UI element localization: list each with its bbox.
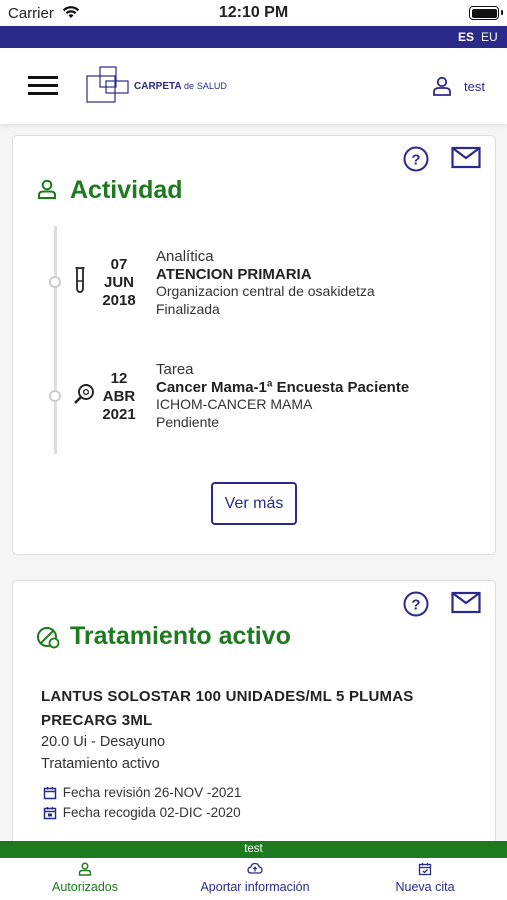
activity-date: 07 JUN 2018 <box>97 256 141 310</box>
clock: 12:10 PM <box>218 4 289 21</box>
language-es-link[interactable]: ES <box>458 30 474 44</box>
logo-text: CARPETA de SALUD <box>134 81 227 92</box>
activity-type: Tarea <box>156 361 194 378</box>
tab-nueva-cita-label: Nueva cita <box>395 880 455 894</box>
tratamiento-title: Tratamiento activo <box>70 622 291 650</box>
test-tube-icon <box>75 267 85 293</box>
logo-text-de: de <box>184 81 195 91</box>
medication-dose: 20.0 Ui - Desayuno <box>41 734 166 750</box>
tab-nueva-cita[interactable]: Nueva cita <box>340 862 507 894</box>
activity-status: Finalizada <box>156 300 220 317</box>
medication-state: Tratamiento activo <box>41 756 160 772</box>
app-header: CARPETA de SALUD test <box>0 48 507 124</box>
person-icon <box>38 179 56 199</box>
activity-date-month: ABR <box>102 388 136 405</box>
fecha-recogida: Fecha recogida 02-DIC -2020 <box>62 805 241 820</box>
cloud-upload-icon <box>247 862 263 874</box>
language-bar: ES EU <box>0 26 507 48</box>
battery-icon <box>469 6 503 20</box>
logo-text-carpeta: CARPETA <box>134 81 182 92</box>
fecha-revision-row: Fecha revisión 26-NOV -2021 <box>41 785 241 800</box>
ver-mas-button[interactable]: Ver más <box>211 482 297 525</box>
activity-date-day: 12 <box>110 370 128 387</box>
activity-type: Analítica <box>156 248 214 265</box>
mail-icon[interactable] <box>451 591 481 615</box>
carpeta-salud-logo-icon <box>86 66 129 103</box>
tab-aportar-informacion[interactable]: Aportar información <box>170 862 340 894</box>
activity-item[interactable]: Analítica ATENCION PRIMARIA Organizacion… <box>156 248 375 318</box>
activity-org: ICHOM-CANCER MAMA <box>156 396 313 412</box>
header-user-name[interactable]: test <box>464 79 485 94</box>
activity-date-day: 07 <box>110 256 128 273</box>
activity-date-year: 2018 <box>102 292 136 309</box>
activity-status: Pendiente <box>156 413 220 430</box>
tratamiento-card: ? Tratamiento activo LANTUS SOLOSTAR 100… <box>12 580 496 850</box>
activity-item[interactable]: Tarea Cancer Mama-1ª Encuesta Paciente I… <box>156 361 409 431</box>
timeline-dot <box>49 390 61 402</box>
calendar-plus-icon <box>418 863 432 876</box>
activity-org: Organizacion central de osakidetza <box>156 283 375 299</box>
logo-text-salud: SALUD <box>196 81 227 91</box>
activity-title: ATENCION PRIMARIA <box>156 265 312 283</box>
actividad-title: Actividad <box>70 176 183 204</box>
fecha-revision: Fecha revisión 26-NOV -2021 <box>62 785 242 800</box>
medication-name: LANTUS SOLOSTAR 100 UNIDADES/ML 5 PLUMAS… <box>41 688 414 729</box>
activity-date-year: 2021 <box>102 406 136 423</box>
tab-autorizados[interactable]: Autorizados <box>0 862 170 894</box>
bottom-tab-bar: Autorizados Aportar información Nueva ci… <box>0 858 507 900</box>
ios-status-bar: Carrier 12:10 PM <box>0 0 507 26</box>
mail-icon[interactable] <box>451 146 481 170</box>
tab-autorizados-label: Autorizados <box>51 880 118 894</box>
actividad-card: ? Actividad 07 JUN 2018 Analítica ATENCI… <box>12 135 496 555</box>
timeline-line <box>54 226 57 454</box>
pill-icon <box>37 627 60 649</box>
help-icon[interactable]: ? <box>403 146 429 172</box>
fecha-recogida-row: Fecha recogida 02-DIC -2020 <box>41 805 241 820</box>
timeline-dot <box>49 276 61 288</box>
language-eu-link[interactable]: EU <box>481 30 498 44</box>
calendar-icon <box>43 787 57 800</box>
person-icon <box>78 862 92 876</box>
activity-date: 12 ABR 2021 <box>97 370 141 424</box>
current-user-bar: test <box>0 841 507 858</box>
menu-hamburger-icon[interactable] <box>28 76 58 96</box>
tab-aportar-label: Aportar información <box>200 880 310 894</box>
calendar-check-icon <box>43 807 57 820</box>
help-icon[interactable]: ? <box>403 591 429 617</box>
activity-date-month: JUN <box>103 274 134 291</box>
svg-text:?: ? <box>411 152 420 169</box>
svg-text:?: ? <box>411 597 420 614</box>
user-icon[interactable] <box>432 76 452 96</box>
activity-title: Cancer Mama-1ª Encuesta Paciente <box>156 378 410 396</box>
magnifier-task-icon <box>74 384 94 404</box>
